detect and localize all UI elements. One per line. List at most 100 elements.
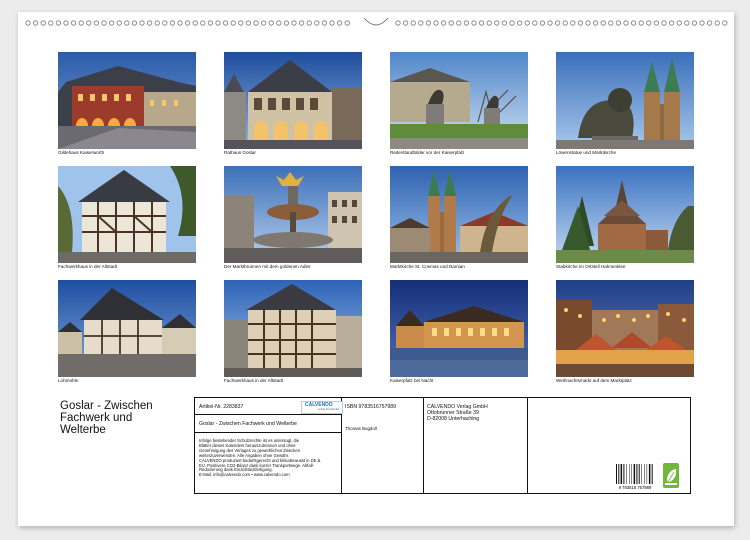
photo-fountain <box>224 166 362 263</box>
divider <box>423 398 424 493</box>
binding-ring <box>440 20 447 26</box>
binding-ring <box>33 20 39 26</box>
binding-ring <box>238 20 244 26</box>
binding-ring <box>268 20 274 26</box>
binding-ring <box>532 20 538 26</box>
photo-cell: Reiterstandbilder vor der Kaiserpfalz <box>390 52 528 156</box>
binding-ring <box>192 20 198 26</box>
binding-ring <box>547 20 553 26</box>
barcode-bar <box>626 464 627 484</box>
binding-ring <box>154 20 160 26</box>
binding-ring <box>70 20 77 26</box>
isbn: ISBN 9783516757989 <box>345 404 397 410</box>
binding-ring <box>101 20 107 26</box>
binding-ring <box>562 20 568 26</box>
photo-cell: Löwenstatue und Marktkirche <box>556 52 694 156</box>
binding-ring <box>615 20 622 26</box>
barcode-bar <box>648 464 651 484</box>
binding-ring <box>661 20 667 26</box>
binding-ring <box>456 20 462 26</box>
binding-ring <box>109 20 115 26</box>
photo-caption: Kaiserpfalz bei Nacht <box>390 378 434 383</box>
binding-ring <box>230 20 236 26</box>
binding-ring <box>699 20 705 26</box>
binding-ring <box>577 20 584 26</box>
binding-ring <box>321 20 327 26</box>
photo-caption: Lohmühle <box>58 378 79 383</box>
legal-line: E-Mail: info@calvendo.com • www.calvendo… <box>199 472 290 478</box>
photo-halftimber2 <box>224 280 362 377</box>
binding-ring <box>668 20 675 26</box>
product-info-box: Artikel-Nr. 2283837 CALVENDO verlag für … <box>194 397 691 494</box>
binding-ring <box>570 20 576 26</box>
divider <box>195 414 341 415</box>
binding-ring <box>425 20 431 26</box>
photo-cell: Rathaus Goslar <box>224 52 362 156</box>
photo-guildhall <box>58 52 196 149</box>
title-line: Welterbe <box>60 424 106 436</box>
calvendo-logo: CALVENDO verlag für kalender <box>301 401 343 414</box>
photo-cell: Lohmühle <box>58 280 196 384</box>
photo-cell: Weihnachtsmarkt auf dem Marktplatz <box>556 280 694 384</box>
barcode-number: 9 783516 757989 <box>619 485 652 490</box>
barcode: 9 783516 757989 <box>616 464 653 490</box>
binding-ring <box>524 20 530 26</box>
barcode-bar <box>623 464 625 484</box>
barcode-bar <box>633 464 636 484</box>
author: Thomas Bugdoll <box>345 426 377 431</box>
barcode-bar <box>641 464 642 484</box>
binding-ring <box>261 20 267 26</box>
binding-ring <box>200 20 206 26</box>
binding-ring <box>306 20 312 26</box>
article-number: Artikel-Nr. 2283837 <box>199 404 244 410</box>
binding-ring <box>48 20 54 26</box>
binding-ring <box>471 20 477 26</box>
calendar-back-page: Gildehaus Kaiserworth Rathaus Goslar Rei… <box>18 12 734 526</box>
photo-caption: Reiterstandbilder vor der Kaiserpfalz <box>390 150 465 155</box>
binding-ring <box>706 20 713 26</box>
barcode-bar <box>636 464 638 484</box>
binding-ring <box>131 20 138 26</box>
binding-ring <box>215 20 221 26</box>
binding-ring <box>623 20 629 26</box>
binding-ring <box>463 20 469 26</box>
binding-ring <box>207 20 213 26</box>
barcode-bar <box>620 464 623 484</box>
photo-caption: Fachwerkhaus in der Altstadt <box>58 264 117 269</box>
photo-cell: Der Marktbrunnen mit dem goldenen Adler <box>224 166 362 270</box>
binding-ring <box>25 20 31 26</box>
binding-ring <box>93 20 100 26</box>
publisher-city: D-82008 Unterhaching <box>427 416 480 422</box>
photo-caption: Fachwerkhaus in der Altstadt <box>224 378 283 383</box>
binding-ring <box>691 20 698 26</box>
photo-statues <box>390 52 528 149</box>
photo-caption: Stabkirche im Ortsteil Hahnenklee <box>556 264 626 269</box>
binding-ring <box>344 20 350 26</box>
photo-lion <box>556 52 694 149</box>
photo-cell: Gildehaus Kaiserworth <box>58 52 196 156</box>
photo-townhall <box>224 52 362 149</box>
photo-cell: Marktkirche St. Cosmas und Damian <box>390 166 528 270</box>
barcode-bar <box>644 464 645 484</box>
binding-ring <box>722 20 728 26</box>
product-title: Goslar - Zwischen Fachwerk und Welterbe <box>199 421 297 427</box>
binding-ring <box>676 20 682 26</box>
eco-leaf-icon <box>663 463 679 488</box>
photo-cell: Stabkirche im Ortsteil Hahnenklee <box>556 166 694 270</box>
binding-ring <box>253 20 259 26</box>
photo-stave <box>556 166 694 263</box>
photo-caption: Marktkirche St. Cosmas und Damian <box>390 264 465 269</box>
photo-palace <box>390 280 528 377</box>
binding-ring <box>600 20 606 26</box>
divider <box>195 432 341 433</box>
photo-caption: Löwenstatue und Marktkirche <box>556 150 617 155</box>
binding-ring <box>63 20 69 26</box>
binding-ring <box>608 20 614 26</box>
binding-ring <box>162 20 168 26</box>
barcode-bar <box>638 464 640 484</box>
photo-caption: Rathaus Goslar <box>224 150 256 155</box>
binding-ring <box>478 20 485 26</box>
binding-ring <box>653 20 660 26</box>
binding-ring <box>684 20 690 26</box>
binding-ring <box>185 20 191 26</box>
